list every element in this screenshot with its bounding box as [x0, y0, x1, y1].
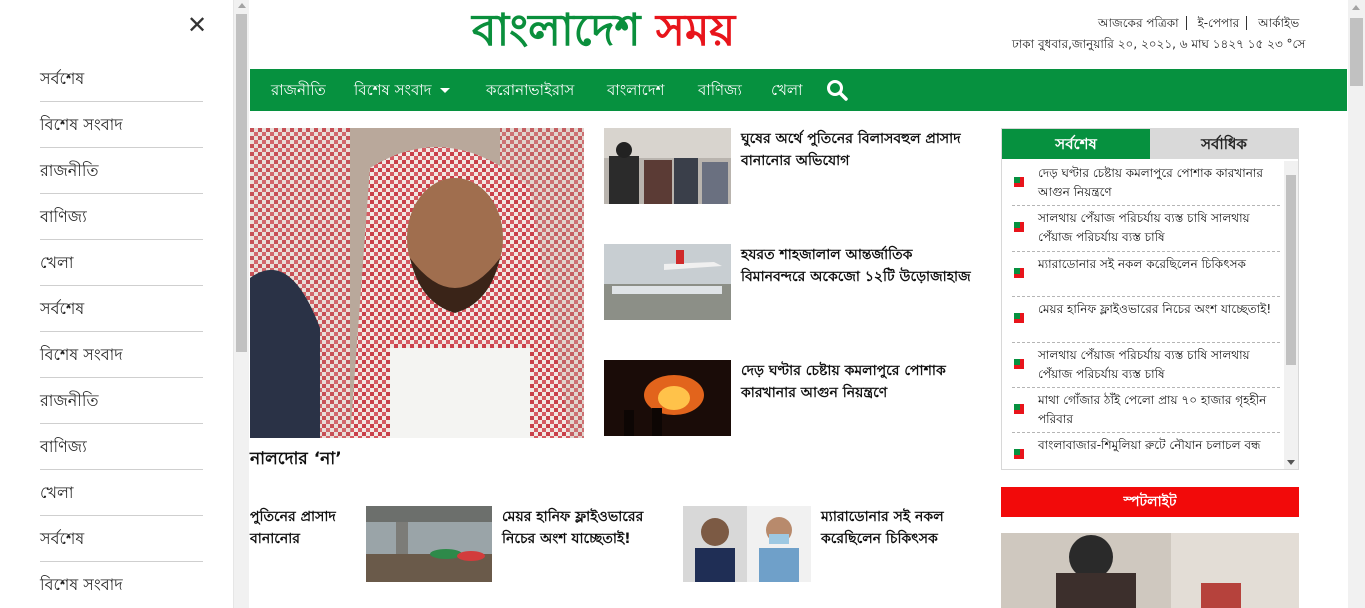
site-logo[interactable]: বাংলাদেশ সময়	[472, 2, 735, 60]
lead-photo	[250, 128, 584, 438]
link-todays-paper[interactable]: আজকের পত্রিকা	[1098, 16, 1187, 30]
story-photo	[604, 360, 731, 436]
page-scroll-thumb[interactable]	[1350, 18, 1363, 86]
list-item-title: সালথায় পেঁয়াজ পরিচর্যায় ব্যস্ত চাষি স…	[1038, 211, 1250, 245]
sidebar-menu: সর্বশেষ বিশেষ সংবাদ রাজনীতি বাণিজ্য খেলা…	[40, 56, 203, 608]
story-title[interactable]: ঘুষের অর্থে পুতিনের বিলাসবহুল প্রাসাদ বা…	[741, 128, 981, 172]
top-links: আজকের পত্রিকা ই-পেপার আর্কাইভ	[1098, 16, 1299, 30]
list-item[interactable]: সালথায় পেঁয়াজ পরিচর্যায় ব্যস্ত চাষি স…	[1012, 343, 1280, 388]
main-nav: রাজনীতি বিশেষ সংবাদ করোনাভাইরাস বাংলাদেশ…	[250, 69, 1347, 111]
story-photo	[604, 244, 731, 320]
list-item-title: দেড় ঘণ্টার চেষ্টায় কমলাপুরে পোশাক কারখ…	[1038, 166, 1263, 199]
link-archive[interactable]: আর্কাইভ	[1251, 16, 1299, 30]
sidebar-item[interactable]: বাণিজ্য	[40, 424, 203, 470]
spotlight-image[interactable]	[1001, 533, 1299, 608]
latest-list: দেড় ঘণ্টার চেষ্টায় কমলাপুরে পোশাক কারখ…	[1012, 161, 1280, 479]
list-item[interactable]: সালথায় পেঁয়াজ পরিচর্যায় ব্যস্ত চাষি স…	[1012, 206, 1280, 252]
bullet-icon	[1014, 449, 1024, 460]
page-scrollbar[interactable]	[1348, 0, 1365, 608]
list-item-title: সালথায় পেঁয়াজ পরিচর্যায় ব্যস্ত চাষি স…	[1038, 347, 1250, 381]
bullet-icon	[1014, 222, 1024, 233]
sidebar-item[interactable]: বিশেষ সংবাদ	[40, 562, 203, 608]
nav-item-politics[interactable]: রাজনীতি	[271, 69, 326, 111]
sidebar-item[interactable]: সর্বশেষ	[40, 286, 203, 332]
list-item[interactable]: বাংলাবাজার-শিমুলিয়া রুটে নৌযান চলাচল বন…	[1012, 433, 1280, 478]
sidebar-item[interactable]: সর্বশেষ	[40, 56, 203, 102]
close-icon[interactable]: ✕	[186, 12, 208, 38]
tab-latest[interactable]: সর্বশেষ	[1002, 129, 1150, 159]
sidebar-scrollbar[interactable]	[234, 0, 249, 608]
nav-item-sports[interactable]: খেলা	[771, 69, 802, 111]
sidebar-item[interactable]: বিশেষ সংবাদ	[40, 332, 203, 378]
widget-scroll-thumb[interactable]	[1286, 175, 1296, 365]
list-item-title: মাথা গোঁজার ঠাঁই পেলো প্রায় ৭০ হাজার গৃ…	[1038, 392, 1267, 426]
sidebar-item[interactable]: বিশেষ সংবাদ	[40, 102, 203, 148]
lead-story-title[interactable]: নালদোর ‘না’	[250, 448, 342, 470]
list-item-title: মেয়র হানিফ ফ্লাইওভারের নিচের অংশ যাচ্ছে…	[1038, 302, 1272, 317]
offcanvas-sidebar: ✕ সর্বশেষ বিশেষ সংবাদ রাজনীতি বাণিজ্য খে…	[0, 0, 234, 608]
chevron-down-icon	[439, 88, 450, 93]
list-item[interactable]: দেড় ঘণ্টার চেষ্টায় কমলাপুরে পোশাক কারখ…	[1012, 161, 1280, 207]
date-weather-line: ঢাকা বুধবার,জানুয়ারি ২০, ২০২১, ৬ মাঘ ১৪…	[1012, 37, 1306, 51]
spotlight-heading: স্পটলাইট	[1001, 487, 1299, 517]
story-image-airport[interactable]	[604, 244, 731, 320]
list-item[interactable]: ম্যারাডোনার সই নকল করেছিলেন চিকিৎসক	[1012, 252, 1280, 298]
sidebar-item[interactable]: বাণিজ্য	[40, 194, 203, 240]
nav-item-commerce[interactable]: বাণিজ্য	[698, 69, 742, 111]
story-image-flyover[interactable]	[366, 506, 492, 582]
nav-item-coronavirus[interactable]: করোনাভাইরাস	[486, 69, 574, 111]
bullet-icon	[1014, 313, 1024, 324]
story-title[interactable]: পুতিনের প্রাসাদ বানানোর	[250, 506, 350, 550]
story-title[interactable]: মেয়র হানিফ ফ্লাইওভারের নিচের অংশ যাচ্ছে…	[502, 506, 662, 550]
story-photo	[366, 506, 492, 582]
story-photo	[683, 506, 811, 582]
sidebar-item[interactable]: সর্বশেষ	[40, 516, 203, 562]
story-title[interactable]: ম্যারাডোনার সই নকল করেছিলেন চিকিৎসক	[821, 506, 961, 550]
story-title[interactable]: দেড় ঘণ্টার চেষ্টায় কমলাপুরে পোশাক কারখ…	[741, 360, 981, 404]
lead-story-image[interactable]	[250, 128, 584, 438]
sidebar-item[interactable]: খেলা	[40, 470, 203, 516]
bullet-icon	[1014, 177, 1024, 187]
list-item-title: বাংলাবাজার-শিমুলিয়া রুটে নৌযান চলাচল বন…	[1038, 438, 1261, 453]
bullet-icon	[1014, 267, 1024, 278]
list-item[interactable]: মাথা গোঁজার ঠাঁই পেলো প্রায় ৭০ হাজার গৃ…	[1012, 388, 1280, 434]
list-item-title: ম্যারাডোনার সই নকল করেছিলেন চিকিৎসক	[1038, 256, 1246, 271]
story-title[interactable]: হযরত শাহজালাল আন্তর্জাতিক বিমানবন্দরে অক…	[741, 244, 981, 288]
story-image-maradona[interactable]	[683, 506, 811, 582]
story-image-putin[interactable]	[604, 128, 731, 204]
bullet-icon	[1014, 358, 1024, 369]
scroll-up-icon[interactable]	[1352, 5, 1360, 10]
nav-item-bangladesh[interactable]: বাংলাদেশ	[607, 69, 664, 111]
sidebar-scroll-thumb[interactable]	[236, 14, 247, 352]
story-photo	[604, 128, 731, 204]
latest-tabs-widget: সর্বশেষ সর্বাধিক দেড় ঘণ্টার চেষ্টায় কম…	[1001, 128, 1299, 470]
list-item[interactable]: মেয়র হানিফ ফ্লাইওভারের নিচের অংশ যাচ্ছে…	[1012, 297, 1280, 343]
scroll-down-icon[interactable]	[1287, 460, 1295, 465]
nav-item-special-news[interactable]: বিশেষ সংবাদ	[354, 69, 450, 111]
sidebar-item[interactable]: খেলা	[40, 240, 203, 286]
tab-most-read[interactable]: সর্বাধিক	[1150, 129, 1298, 159]
sidebar-item[interactable]: রাজনীতি	[40, 378, 203, 424]
widget-scrollbar[interactable]	[1284, 161, 1298, 469]
scroll-up-icon[interactable]	[238, 3, 246, 8]
search-icon[interactable]	[826, 79, 848, 101]
story-image-fire[interactable]	[604, 360, 731, 436]
logo-text-primary: বাংলাদেশ	[472, 5, 641, 56]
logo-text-accent: সময়	[655, 5, 736, 56]
sidebar-item[interactable]: রাজনীতি	[40, 148, 203, 194]
nav-item-label: বিশেষ সংবাদ	[354, 81, 432, 99]
spotlight-photo	[1001, 533, 1299, 608]
link-epaper[interactable]: ই-পেপার	[1190, 16, 1248, 30]
bullet-icon	[1014, 403, 1024, 414]
